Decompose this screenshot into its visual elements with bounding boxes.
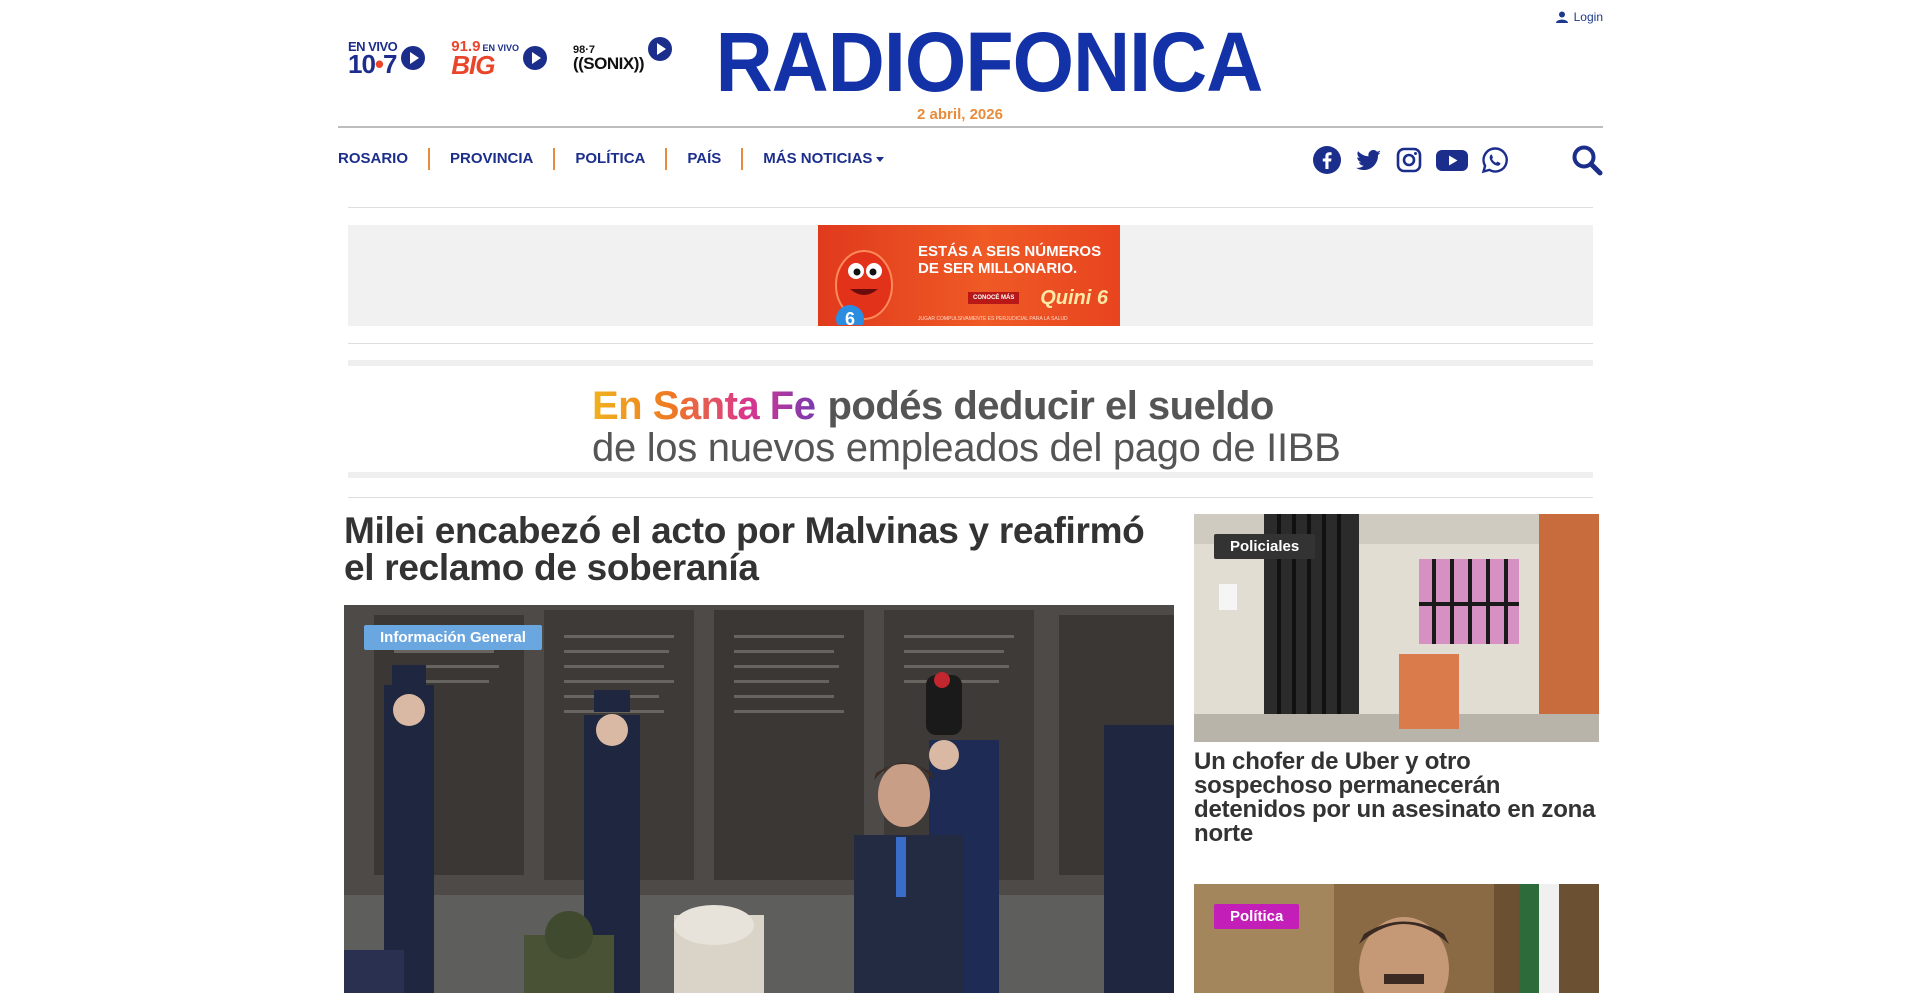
nav-item-mas-noticias[interactable]: MÁS NOTICIAS (743, 148, 904, 170)
quini-headline: ESTÁS A SEIS NÚMEROS DE SER MILLONARIO. (918, 243, 1102, 277)
divider (348, 207, 1593, 208)
play-icon[interactable] (648, 37, 673, 62)
radio-stations: EN VIVO 10•7 91.9 EN VIVO BIG 98·7 ((SONI… (348, 37, 673, 80)
side-story[interactable]: Política (1194, 884, 1599, 993)
side-story-image[interactable]: Política (1194, 884, 1599, 993)
instagram-icon[interactable] (1394, 145, 1424, 175)
youtube-icon[interactable] (1435, 145, 1469, 175)
main-story-image[interactable]: Información General (344, 605, 1174, 993)
side-story-image[interactable]: Policiales (1194, 514, 1599, 742)
nav-item-provincia[interactable]: PROVINCIA (430, 148, 556, 170)
radio-station-big[interactable]: 91.9 EN VIVO BIG (451, 38, 547, 80)
quini-brand: Quini 6 (1040, 287, 1108, 309)
main-story-photo (344, 605, 1174, 993)
quini-ad[interactable]: 6 ESTÁS A SEIS NÚMEROS DE SER MILLONARIO… (818, 225, 1120, 326)
nav-item-politica[interactable]: POLÍTICA (555, 148, 668, 170)
login-link[interactable]: Login (1555, 10, 1603, 24)
radio-big-logo: 91.9 EN VIVO BIG (451, 38, 519, 80)
santa-fe-line1: podés deducir el sueldo (827, 384, 1274, 428)
quini-cta-button[interactable]: CONOCÉ MÁS (968, 292, 1020, 304)
chevron-down-icon (876, 156, 885, 162)
header-divider (338, 126, 1603, 128)
play-icon[interactable] (522, 46, 547, 71)
search-icon[interactable] (1571, 144, 1603, 176)
facebook-icon[interactable] (1312, 145, 1342, 175)
divider (348, 343, 1593, 344)
site-logo[interactable]: RADIOFONICA 2 abril, 2026 (700, 15, 1264, 123)
main-nav: ROSARIO PROVINCIA POLÍTICA PAÍS MÁS NOTI… (338, 148, 904, 170)
svg-text:6: 6 (845, 309, 855, 325)
category-tag[interactable]: Política (1214, 904, 1300, 929)
nav-item-pais[interactable]: PAÍS (667, 148, 744, 170)
santa-fe-lead: En Santa Fe (592, 384, 816, 428)
nav-item-mas-noticias-label: MÁS NOTICIAS (763, 150, 873, 167)
whatsapp-icon[interactable] (1480, 145, 1510, 175)
radio-107-logo: EN VIVO 10•7 (348, 38, 398, 79)
ad-banner-quini: 6 ESTÁS A SEIS NÚMEROS DE SER MILLONARIO… (348, 225, 1593, 326)
side-story-photo (1194, 884, 1599, 993)
twitter-icon[interactable] (1353, 145, 1383, 175)
user-icon (1555, 11, 1568, 23)
side-story[interactable]: Policiales Un chofer de Uber y otro sosp… (1194, 514, 1599, 846)
nav-item-rosario[interactable]: ROSARIO (338, 148, 431, 170)
category-tag[interactable]: Policiales (1214, 534, 1316, 559)
quini-fine-print: JUGAR COMPULSIVAMENTE ES PERJUDICIAL PAR… (918, 316, 1068, 322)
ad-banner-santa-fe[interactable]: En Santa Fe podés deducir el sueldo de lo… (348, 360, 1593, 478)
play-icon[interactable] (401, 46, 426, 71)
quini-mascot-icon: 6 (835, 250, 893, 325)
category-tag[interactable]: Información General (364, 625, 542, 650)
main-story-title[interactable]: Milei encabezó el acto por Malvinas y re… (344, 512, 1174, 586)
santa-fe-line2: de los nuevos empleados del pago de IIBB (592, 426, 1341, 470)
radio-sonix-logo: 98·7 ((SONIX)) (572, 43, 645, 73)
side-story-title[interactable]: Un chofer de Uber y otro sospechoso perm… (1194, 750, 1599, 846)
brand-name: RADIOFONICA (715, 15, 1264, 109)
login-label: Login (1573, 10, 1603, 24)
divider (348, 497, 1593, 498)
radio-station-sonix[interactable]: 98·7 ((SONIX)) (572, 37, 673, 73)
santa-fe-ad: En Santa Fe podés deducir el sueldo de lo… (592, 384, 1352, 468)
social-links (1312, 145, 1510, 175)
radio-station-107[interactable]: EN VIVO 10•7 (348, 38, 426, 79)
